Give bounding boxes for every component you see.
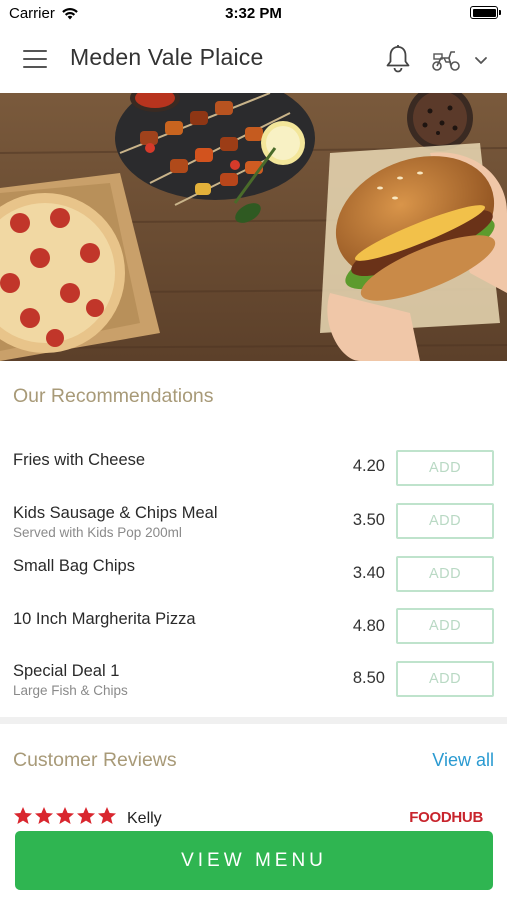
hero-banner-image [0,93,507,361]
clock: 3:32 PM [225,5,282,22]
recommendation-item: 10 Inch Margherita Pizza 4.80 ADD [0,608,507,656]
app-header: Meden Vale Plaice [0,26,507,93]
view-all-reviews-link[interactable]: View all [432,750,494,771]
star-icon [77,807,95,824]
star-icon [56,807,74,824]
star-icon [14,807,32,824]
rating-stars [13,806,117,826]
reviews-title: Customer Reviews [13,749,177,771]
recommendation-item: Special Deal 1 Large Fish & Chips 8.50 A… [0,661,507,709]
item-name: Kids Sausage & Chips Meal [13,504,218,522]
recommendation-item: Kids Sausage & Chips Meal Served with Ki… [0,503,507,551]
page-title: Meden Vale Plaice [70,44,264,70]
add-button[interactable]: ADD [396,608,494,644]
reviewer-name: Kelly [127,810,162,827]
star-icon [35,807,53,824]
item-price: 4.20 [352,457,385,475]
item-price: 8.50 [352,669,385,687]
item-price: 3.40 [352,564,385,582]
item-price: 3.50 [352,511,385,529]
add-button[interactable]: ADD [396,661,494,697]
recommendations-title: Our Recommendations [13,385,214,407]
hamburger-icon-line [23,50,47,52]
item-name: 10 Inch Margherita Pizza [13,610,196,628]
item-price: 4.80 [352,617,385,635]
bell-icon [386,45,410,73]
notifications-button[interactable] [384,44,412,74]
recommendation-item: Fries with Cheese 4.20 ADD [0,450,507,498]
scooter-icon [432,51,460,71]
add-button[interactable]: ADD [396,450,494,486]
status-bar: Carrier 3:32 PM [0,0,507,26]
battery-icon [470,6,501,19]
food-banner-illustration [0,93,507,361]
add-button[interactable]: ADD [396,503,494,539]
hamburger-icon-line [23,66,47,68]
recommendation-item: Small Bag Chips 3.40 ADD [0,556,507,604]
section-divider [0,717,507,724]
review-source-logo: FOODHUB [409,809,483,826]
item-name: Special Deal 1 [13,662,120,680]
hamburger-menu-button[interactable] [23,50,47,68]
view-menu-button[interactable]: VIEW MENU [15,831,493,890]
chevron-down-icon [475,57,487,64]
item-name: Fries with Cheese [13,451,146,469]
review-card: Kelly FOODHUB [0,806,507,830]
delivery-mode-selector[interactable] [430,46,494,74]
hamburger-icon-line [23,58,47,60]
star-icon [98,807,116,824]
item-subtitle: Large Fish & Chips [13,683,128,698]
add-button[interactable]: ADD [396,556,494,592]
item-subtitle: Served with Kids Pop 200ml [13,525,182,540]
item-name: Small Bag Chips [13,557,135,575]
